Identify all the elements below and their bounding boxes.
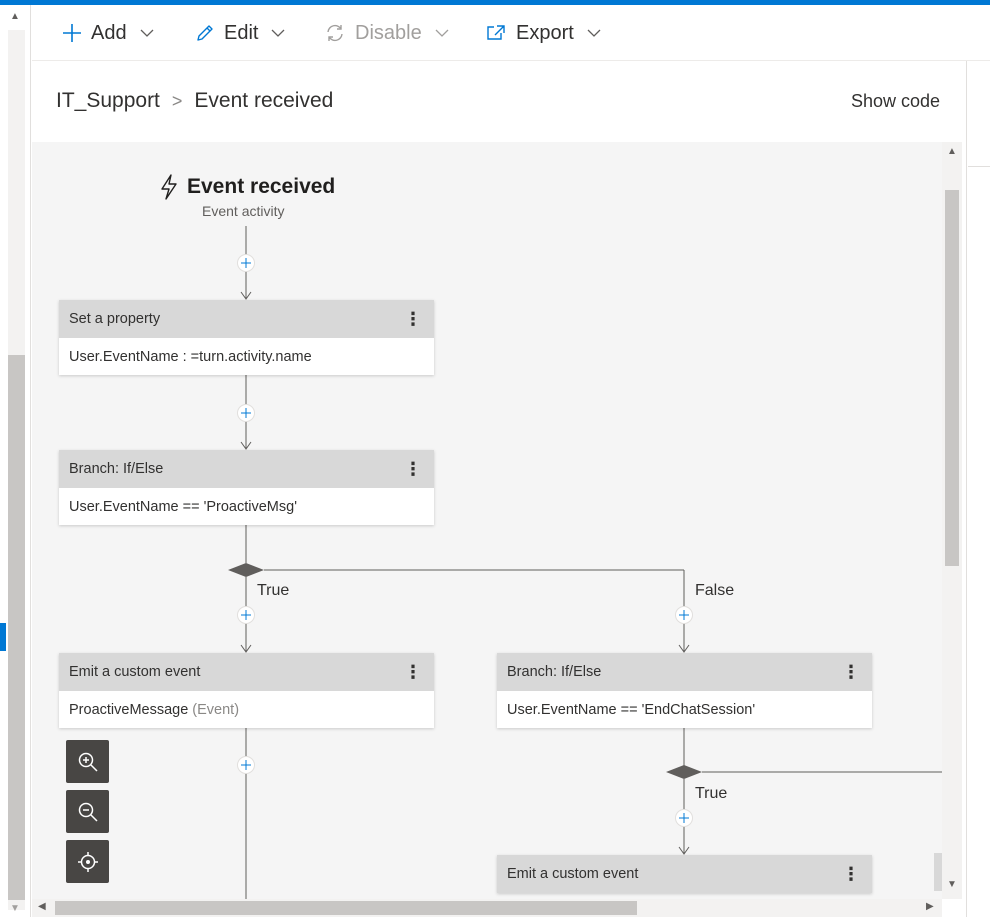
node-branch-if-else[interactable]: Branch: If/Else ⋮ User.EventName == 'End… (497, 653, 872, 728)
trigger-title-text: Event received (187, 175, 336, 198)
node-set-property[interactable]: Set a property ⋮ User.EventName : =turn.… (59, 300, 434, 375)
insert-step-plus-icon[interactable] (237, 254, 255, 272)
scroll-down-icon[interactable]: ▼ (947, 879, 957, 890)
trigger-title[interactable]: Event received (159, 174, 335, 200)
node-body: User.EventName == 'ProactiveMsg' (59, 488, 434, 525)
toolbar: Add Edit Disable Export (32, 5, 990, 61)
canvas-vertical-scrollbar[interactable]: ▲ ▼ (942, 142, 962, 899)
node-header[interactable]: Branch: If/Else ⋮ (59, 450, 434, 488)
breadcrumb-root[interactable]: IT_Support (56, 89, 160, 113)
refresh-icon (327, 24, 343, 42)
zoom-out-icon (78, 802, 98, 822)
node-body-text: User.EventName == 'ProactiveMsg' (69, 498, 297, 515)
left-selection-marker (0, 623, 6, 651)
left-scroll-up-icon[interactable]: ▲ (10, 11, 20, 22)
node-emit-custom-event[interactable]: Emit a custom event ⋮ ProactiveMessage (… (59, 653, 434, 728)
plus-icon (63, 24, 81, 42)
more-options-icon[interactable]: ⋮ (842, 663, 860, 681)
zoom-in-icon (78, 752, 98, 772)
more-options-icon[interactable]: ⋮ (404, 663, 422, 681)
target-icon (77, 851, 98, 872)
export-label: Export (516, 21, 574, 44)
pencil-icon (197, 25, 213, 41)
page-header: IT_Support > Event received Show code (32, 61, 967, 142)
node-title: Set a property (69, 311, 161, 327)
edit-label: Edit (224, 21, 259, 44)
left-scroll-down-icon[interactable]: ▼ (10, 903, 20, 914)
left-pane: ▲ ▼ (0, 5, 31, 917)
scroll-left-icon[interactable]: ◀ (38, 901, 46, 912)
branch-true-label: True (257, 582, 290, 599)
trigger-subtitle: Event activity (202, 203, 285, 219)
more-options-icon[interactable]: ⋮ (404, 310, 422, 328)
node-title: Emit a custom event (69, 664, 201, 680)
disable-button[interactable]: Disable (324, 5, 449, 61)
insert-step-plus-icon[interactable] (675, 606, 693, 624)
lightning-icon (161, 174, 177, 200)
left-scrollbar-thumb[interactable] (8, 355, 25, 900)
horizontal-scroll-thumb[interactable] (55, 901, 637, 915)
export-icon (487, 25, 505, 40)
add-button[interactable]: Add (62, 5, 154, 61)
node-body: User.EventName : =turn.activity.name (59, 338, 434, 375)
insert-step-plus-icon[interactable] (237, 756, 255, 774)
recenter-button[interactable] (66, 840, 109, 883)
breadcrumb: IT_Support > Event received (56, 89, 333, 113)
zoom-in-button[interactable] (66, 740, 109, 783)
node-emit-custom-event[interactable]: Emit a custom event ⋮ (497, 855, 872, 893)
flow-canvas[interactable]: Event received Event activity Set a prop… (32, 142, 942, 899)
node-title: Branch: If/Else (507, 664, 602, 680)
chevron-down-icon (587, 29, 601, 37)
right-pane-edge (968, 166, 990, 167)
node-body: User.EventName == 'EndChatSession' (497, 691, 872, 728)
branch-false-label: False (695, 582, 735, 599)
node-header[interactable]: Emit a custom event ⋮ (497, 855, 872, 893)
edit-button[interactable]: Edit (195, 5, 285, 61)
insert-step-plus-icon[interactable] (237, 404, 255, 422)
breadcrumb-current: Event received (194, 89, 334, 112)
node-body-suffix: (Event) (192, 701, 240, 718)
scroll-right-icon[interactable]: ▶ (926, 901, 934, 912)
node-body-text: ProactiveMessage (69, 701, 189, 718)
offscreen-node-edge[interactable] (934, 853, 942, 891)
node-header[interactable]: Set a property ⋮ (59, 300, 434, 338)
insert-step-plus-icon[interactable] (237, 606, 255, 624)
vertical-scroll-thumb[interactable] (945, 190, 959, 566)
node-body: ProactiveMessage (Event) (59, 691, 434, 728)
node-title: Emit a custom event (507, 866, 639, 882)
more-options-icon[interactable]: ⋮ (842, 865, 860, 883)
show-code-button[interactable]: Show code (851, 91, 940, 112)
node-header[interactable]: Emit a custom event ⋮ (59, 653, 434, 691)
node-title: Branch: If/Else (69, 461, 164, 477)
right-pane-divider (966, 61, 967, 917)
chevron-down-icon (140, 29, 154, 37)
node-body-text: User.EventName == 'EndChatSession' (507, 701, 756, 718)
breadcrumb-separator: > (171, 90, 183, 111)
add-label: Add (91, 21, 127, 44)
node-header[interactable]: Branch: If/Else ⋮ (497, 653, 872, 691)
chevron-down-icon (435, 29, 449, 37)
zoom-out-button[interactable] (66, 790, 109, 833)
canvas-horizontal-scrollbar[interactable]: ◀ ▶ (32, 899, 942, 917)
insert-step-plus-icon[interactable] (675, 809, 693, 827)
scroll-up-icon[interactable]: ▲ (947, 146, 957, 157)
branch-true-label: True (695, 785, 728, 802)
export-button[interactable]: Export (485, 5, 601, 61)
more-options-icon[interactable]: ⋮ (404, 460, 422, 478)
node-branch-if-else[interactable]: Branch: If/Else ⋮ User.EventName == 'Pro… (59, 450, 434, 525)
disable-label: Disable (355, 21, 422, 44)
chevron-down-icon (272, 29, 285, 37)
node-body-text: User.EventName : =turn.activity.name (69, 348, 312, 365)
